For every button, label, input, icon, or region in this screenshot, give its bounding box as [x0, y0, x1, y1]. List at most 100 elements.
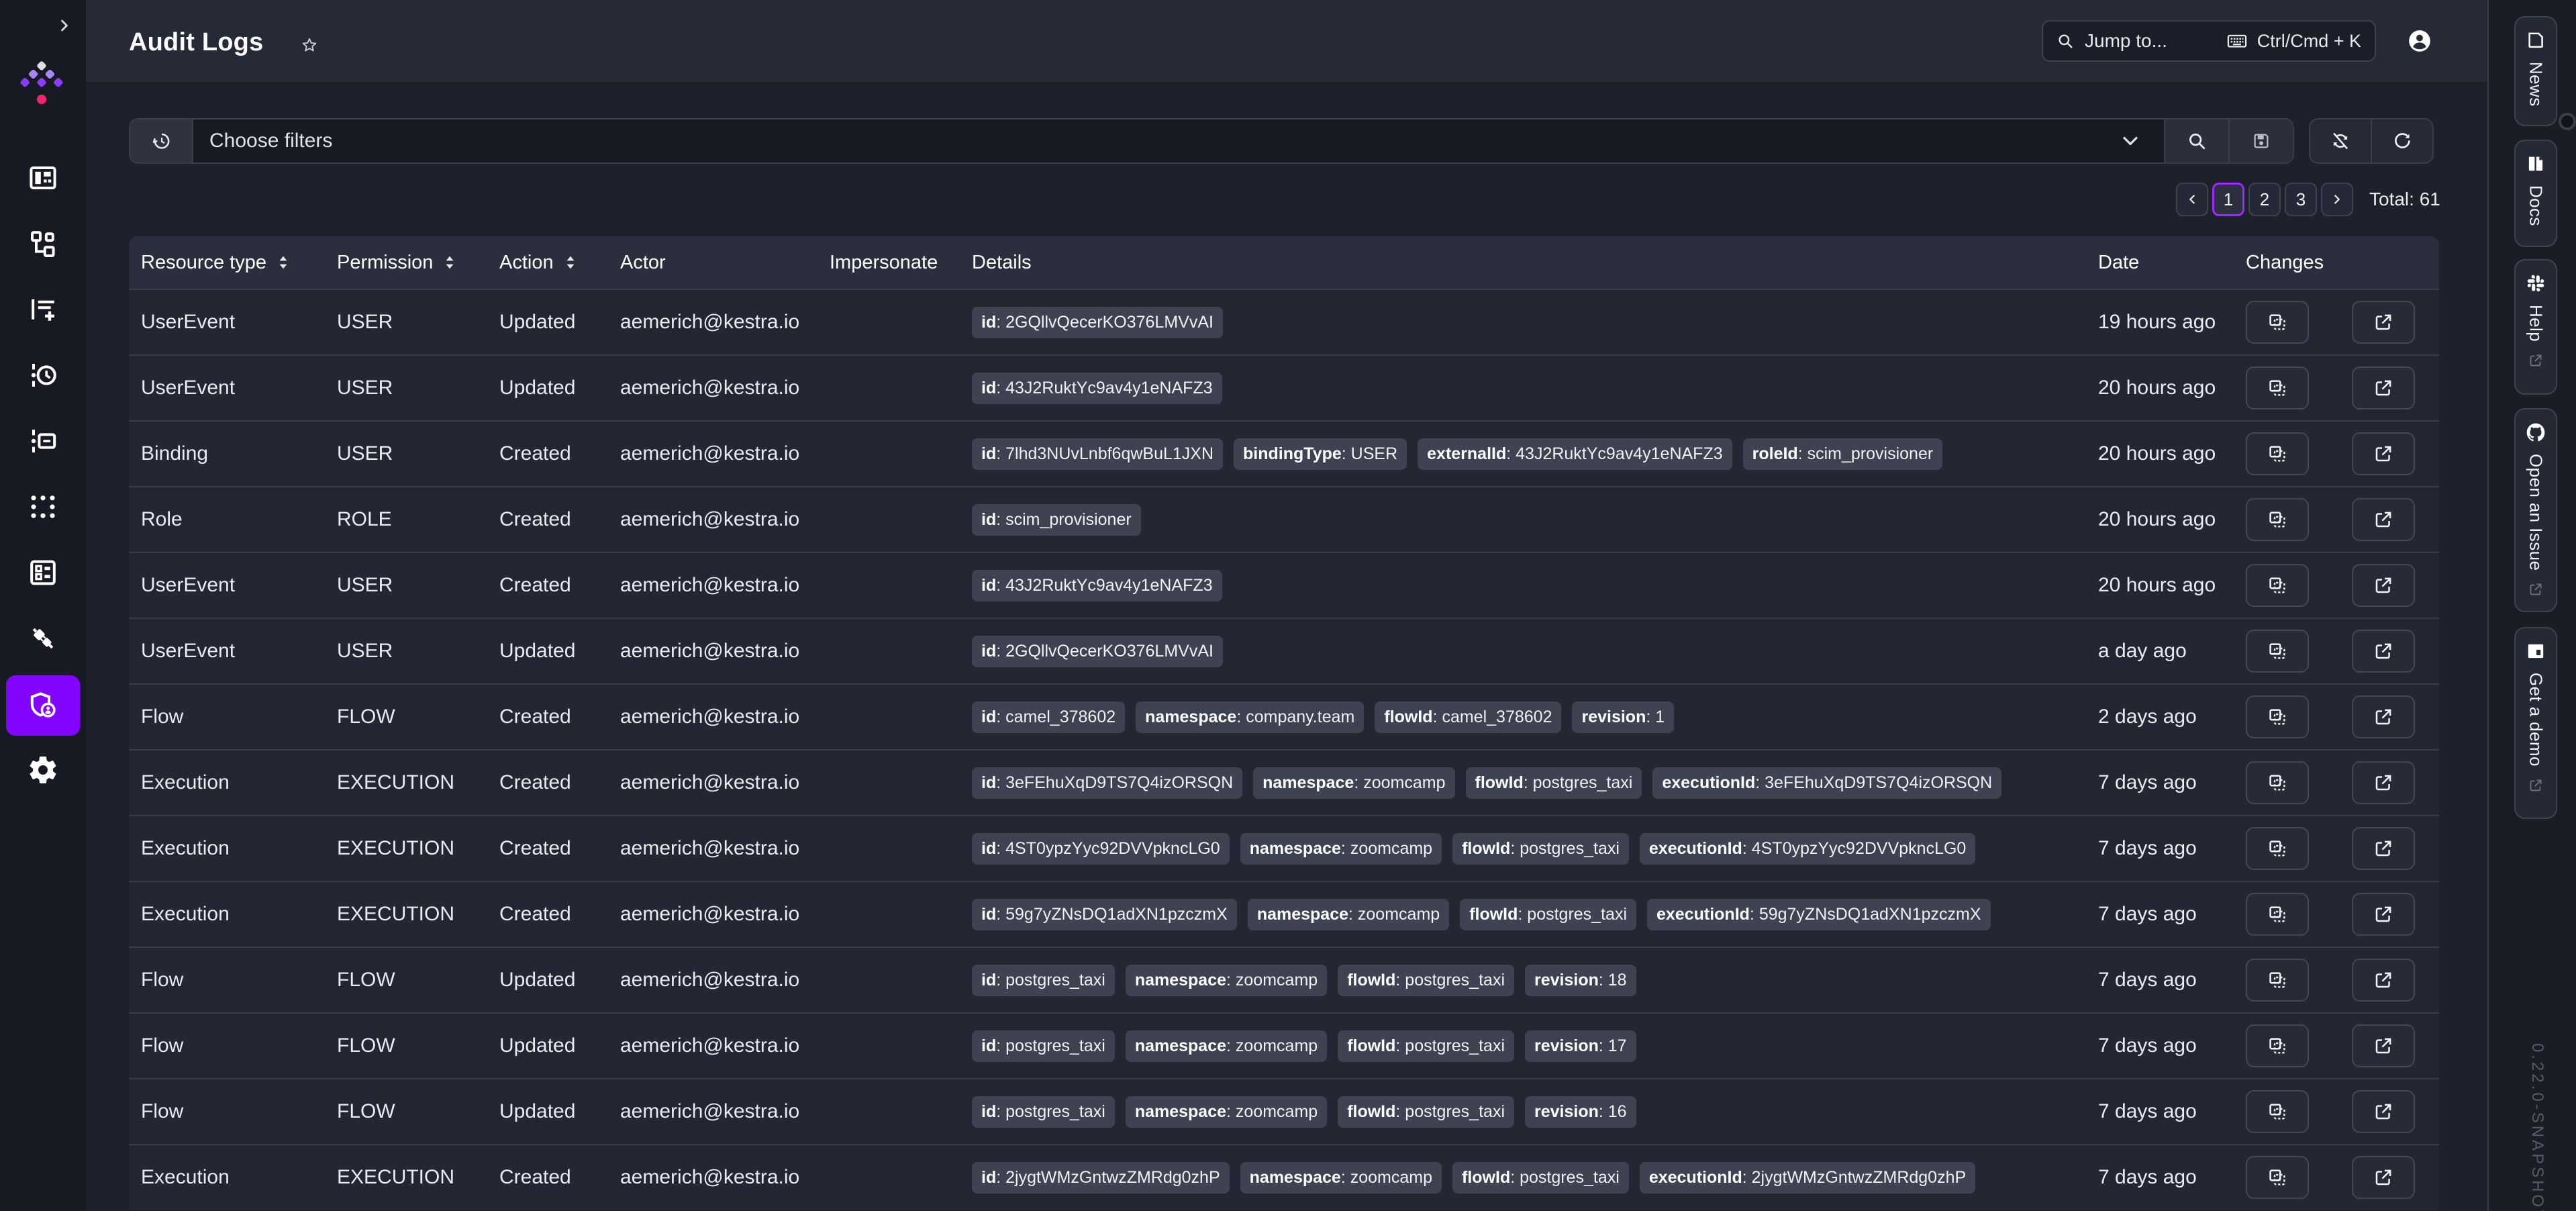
open-details-button[interactable] [2352, 893, 2415, 936]
detail-badge: executionId: 3eFEhuXqD9TS7Q4izORSQN [1652, 767, 2002, 799]
column-header-resource-type[interactable]: Resource type [141, 252, 337, 274]
filter-input[interactable]: Choose filters [193, 119, 2164, 162]
sidebar-item-flows[interactable] [0, 211, 86, 277]
cell-permission: FLOW [337, 969, 395, 991]
right-tab-open-an-issue[interactable]: Open an Issue [2514, 408, 2557, 612]
sidebar-item-executions[interactable] [0, 277, 86, 342]
pagination-page-3[interactable]: 3 [2285, 183, 2317, 216]
open-details-button[interactable] [2352, 695, 2415, 738]
table-row[interactable]: Flow FLOW Updated aemerich@kestra.io id:… [129, 1078, 2439, 1144]
pagination-page-2[interactable]: 2 [2248, 183, 2281, 216]
view-changes-button[interactable] [2246, 1156, 2309, 1199]
sidebar-item-namespaces[interactable] [0, 408, 86, 474]
view-changes-button[interactable] [2246, 301, 2309, 344]
open-details-button[interactable] [2352, 1024, 2415, 1067]
view-changes-button[interactable] [2246, 761, 2309, 804]
diff-icon [2267, 969, 2288, 991]
open-details-button[interactable] [2352, 959, 2415, 1002]
open-details-button[interactable] [2352, 498, 2415, 541]
pagination-next-button[interactable] [2321, 183, 2353, 216]
table-row[interactable]: Binding USER Created aemerich@kestra.io … [129, 420, 2439, 486]
table-row[interactable]: UserEvent USER Updated aemerich@kestra.i… [129, 354, 2439, 420]
cell-details: id: postgres_taxi namespace: zoomcamp flow… [972, 964, 2098, 996]
filter-search-button[interactable] [2164, 119, 2228, 162]
sidebar-item-logs[interactable] [0, 342, 86, 408]
pagination-page-1[interactable]: 1 [2212, 183, 2244, 216]
cell-actor: aemerich@kestra.io [620, 1100, 800, 1122]
column-header-permission[interactable]: Permission [337, 252, 499, 274]
chevron-down-icon[interactable] [2118, 129, 2142, 153]
right-tab-news[interactable]: News [2514, 16, 2557, 126]
filter-save-button[interactable] [2228, 119, 2293, 162]
cell-actor: aemerich@kestra.io [620, 706, 800, 728]
sidebar-item-settings[interactable] [0, 737, 86, 803]
table-row[interactable]: Execution EXECUTION Created aemerich@kes… [129, 1144, 2439, 1210]
auto-refresh-off-button[interactable] [2310, 119, 2371, 162]
favorite-star-icon[interactable] [301, 36, 318, 54]
open-details-button[interactable] [2352, 630, 2415, 673]
right-tab-help[interactable]: Help [2514, 259, 2557, 395]
table-row[interactable]: UserEvent USER Updated aemerich@kestra.i… [129, 289, 2439, 354]
open-details-button[interactable] [2352, 1156, 2415, 1199]
cell-resource-type: UserEvent [141, 311, 236, 333]
open-details-button[interactable] [2352, 761, 2415, 804]
refresh-button[interactable] [2371, 119, 2432, 162]
detail-badge: flowId: postgres_taxi [1338, 1030, 1514, 1062]
open-details-button[interactable] [2352, 564, 2415, 607]
sort-icon[interactable] [441, 252, 458, 273]
cell-resource-type: Execution [141, 903, 230, 925]
table-row[interactable]: Execution EXECUTION Created aemerich@kes… [129, 749, 2439, 815]
column-header-action[interactable]: Action [499, 252, 620, 274]
pagination-prev-button[interactable] [2176, 183, 2208, 216]
sidebar-item-administration[interactable] [0, 606, 86, 671]
view-changes-button[interactable] [2246, 630, 2309, 673]
view-changes-button[interactable] [2246, 432, 2309, 475]
table-row[interactable]: Execution EXECUTION Created aemerich@kes… [129, 881, 2439, 947]
right-tab-label: Docs [2526, 185, 2546, 226]
open-in-new-icon [2373, 311, 2394, 333]
sidebar-item-audit-logs[interactable] [0, 671, 86, 737]
view-changes-button[interactable] [2246, 498, 2309, 541]
detail-badge: flowId: postgres_taxi [1452, 1161, 1629, 1194]
kestra-logo[interactable] [15, 55, 68, 111]
table-row[interactable]: Flow FLOW Created aemerich@kestra.io id:… [129, 683, 2439, 749]
view-changes-button[interactable] [2246, 695, 2309, 738]
view-changes-button[interactable] [2246, 959, 2309, 1002]
table-row[interactable]: Role ROLE Created aemerich@kestra.io id:… [129, 486, 2439, 552]
user-avatar[interactable] [2407, 28, 2432, 54]
table-row[interactable]: Execution EXECUTION Created aemerich@kes… [129, 815, 2439, 881]
open-details-button[interactable] [2352, 432, 2415, 475]
detail-badge: revision: 16 [1525, 1096, 1636, 1128]
table-row[interactable]: Flow FLOW Updated aemerich@kestra.io id:… [129, 1012, 2439, 1078]
view-changes-button[interactable] [2246, 1024, 2309, 1067]
sidebar-item-dashboard[interactable] [0, 145, 86, 211]
open-details-button[interactable] [2352, 301, 2415, 344]
sort-icon[interactable] [275, 252, 292, 273]
view-changes-button[interactable] [2246, 827, 2309, 870]
open-details-button[interactable] [2352, 1090, 2415, 1133]
right-tab-label: News [2526, 62, 2546, 107]
table-row[interactable]: Flow FLOW Updated aemerich@kestra.io id:… [129, 947, 2439, 1012]
filter-history-button[interactable] [130, 119, 193, 162]
open-details-button[interactable] [2352, 827, 2415, 870]
table-row[interactable]: UserEvent USER Updated aemerich@kestra.i… [129, 618, 2439, 683]
sort-icon[interactable] [562, 252, 579, 273]
open-details-button[interactable] [2352, 367, 2415, 409]
right-tab-get-a-demo[interactable]: Get a demo [2514, 627, 2557, 819]
audit-logs-icon [27, 689, 59, 722]
cell-action: Created [499, 442, 571, 465]
sidebar-expand-button[interactable] [55, 16, 74, 35]
view-changes-button[interactable] [2246, 1090, 2309, 1133]
jump-to-search[interactable]: Jump to... Ctrl/Cmd + K [2042, 20, 2376, 62]
view-changes-button[interactable] [2246, 893, 2309, 936]
right-tab-docs[interactable]: Docs [2514, 140, 2557, 247]
cell-details: id: 2jygtWMzGntwzZMRdg0zhP namespace: zoo… [972, 1161, 2098, 1194]
detail-badge: namespace: zoomcamp [1253, 767, 1455, 799]
cell-resource-type: Flow [141, 1034, 184, 1057]
view-changes-button[interactable] [2246, 367, 2309, 409]
sidebar-item-plugins[interactable] [0, 540, 86, 606]
table-row[interactable]: UserEvent USER Created aemerich@kestra.i… [129, 552, 2439, 618]
sidebar-item-blueprints[interactable] [0, 474, 86, 540]
column-header-changes: Changes [2246, 251, 2324, 273]
view-changes-button[interactable] [2246, 564, 2309, 607]
